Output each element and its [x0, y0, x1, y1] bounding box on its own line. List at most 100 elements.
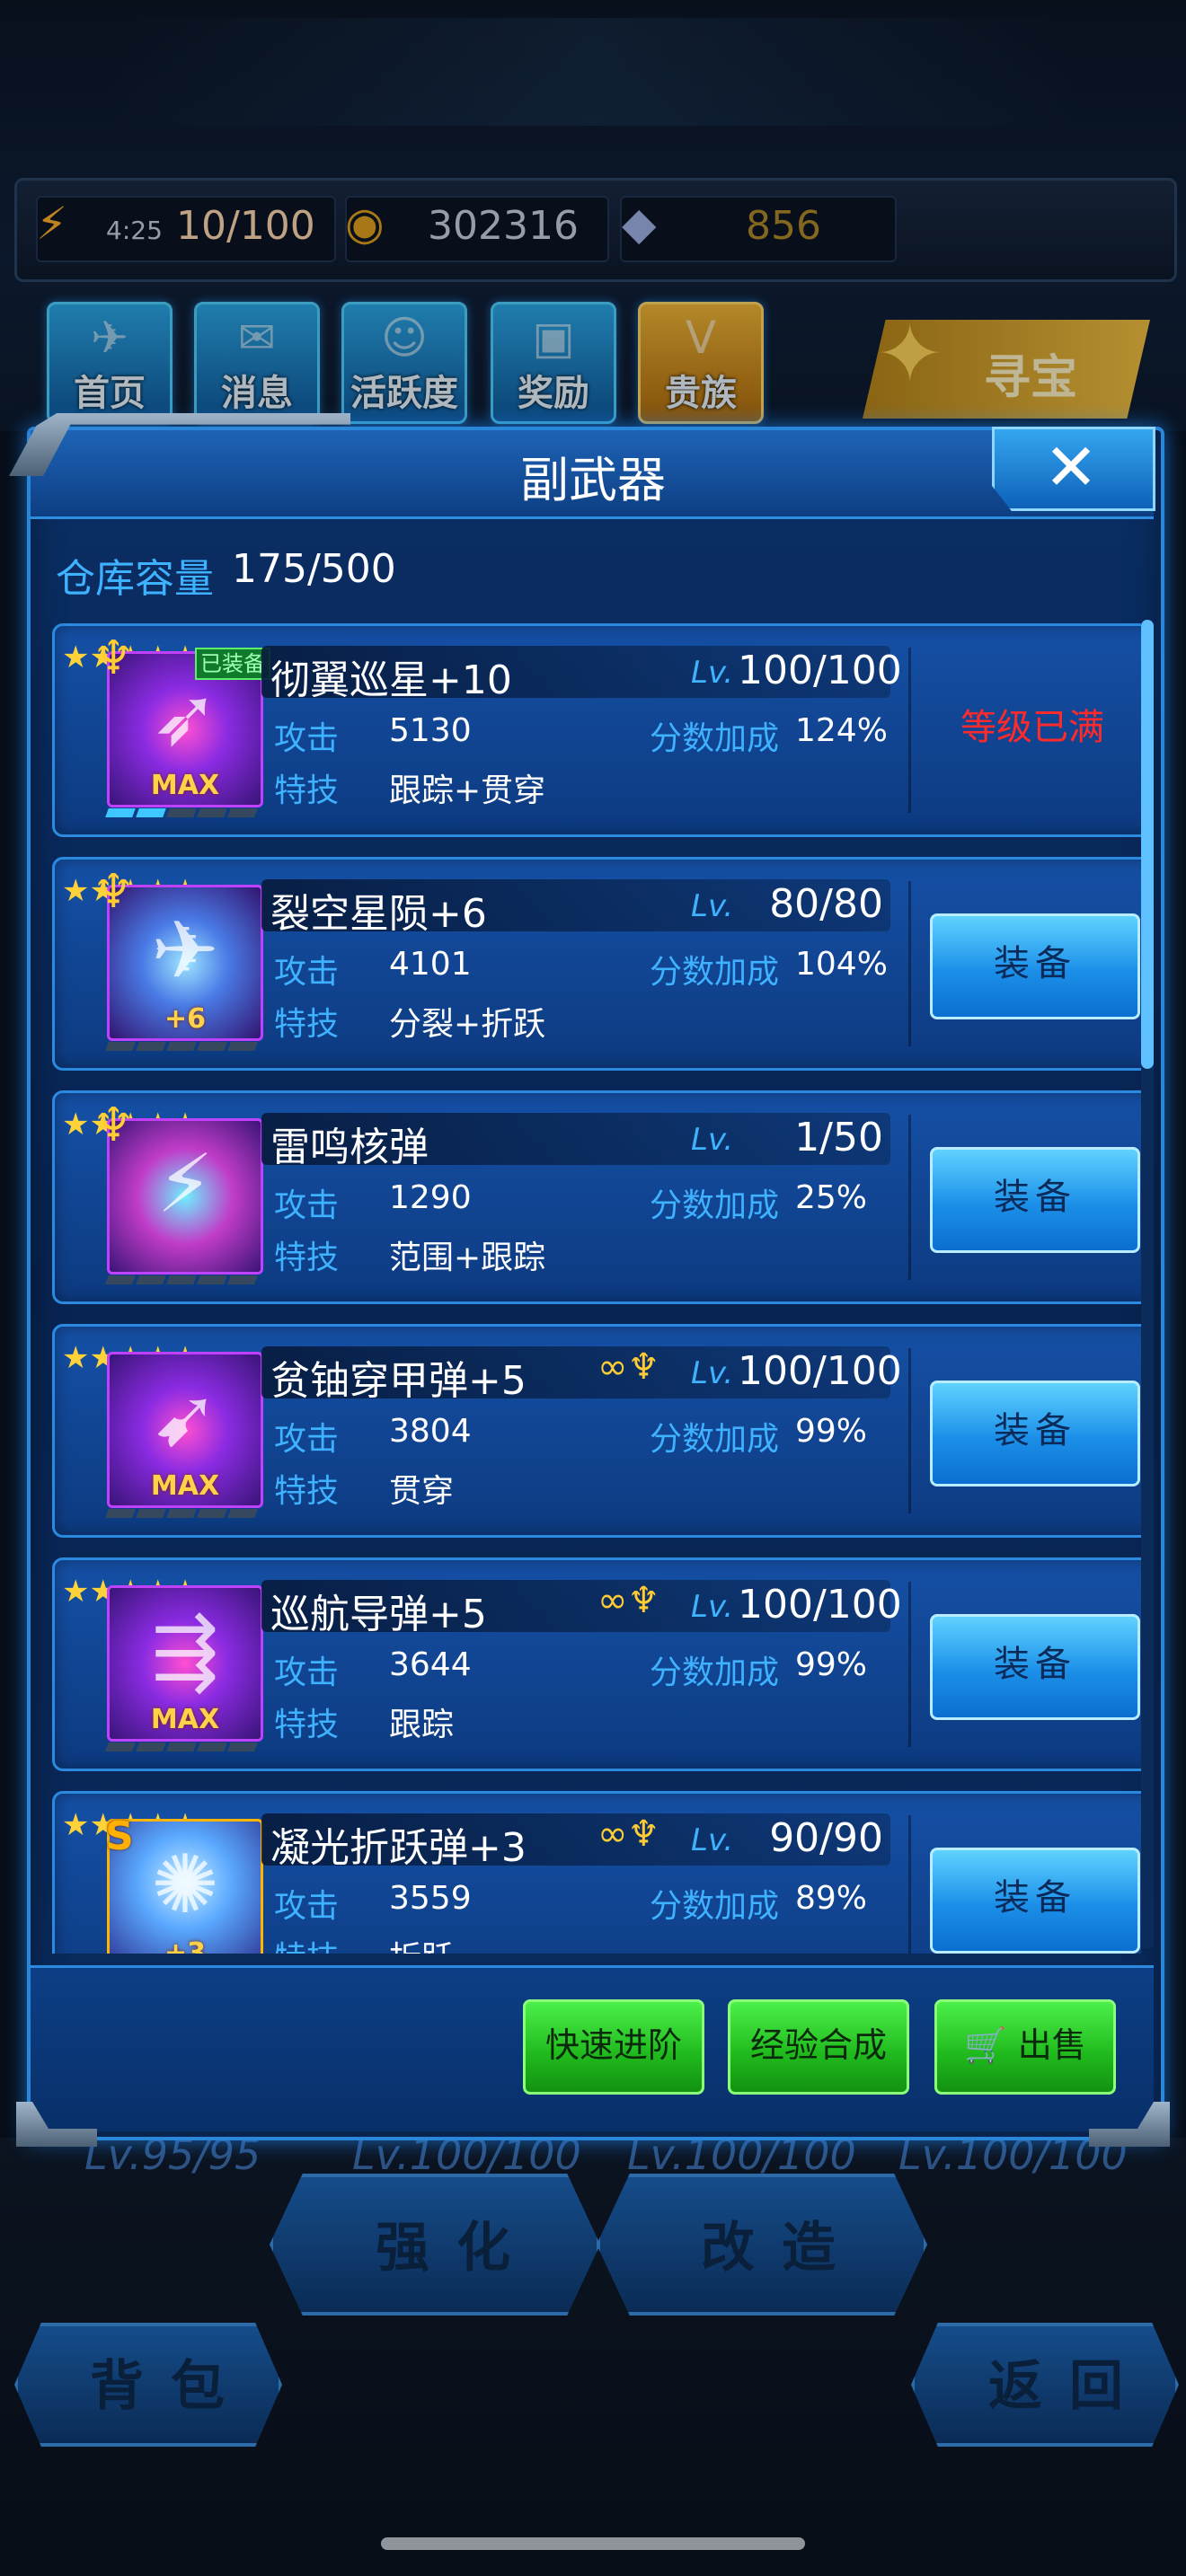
rank-wings-icon: ♆	[93, 631, 135, 685]
card-divider	[908, 1348, 911, 1513]
weapon-level: 100/100	[738, 1582, 902, 1628]
score-bonus-value: 25%	[795, 1179, 868, 1216]
equip-button[interactable]: 装备	[930, 1848, 1140, 1954]
skill-value: 分裂+折跃	[389, 1006, 546, 1043]
equip-button[interactable]: 装备	[930, 1147, 1140, 1253]
close-icon[interactable]: ✕	[992, 429, 1150, 505]
attack-label: 攻击	[274, 720, 340, 757]
skill-value: 范围+跟踪	[389, 1239, 546, 1276]
weapon-name: 彻翼巡星+10	[270, 657, 512, 703]
score-bonus-value: 104%	[795, 946, 888, 983]
skill-label: 特技	[274, 772, 340, 809]
star-rating-icon: ★★★★★	[62, 1575, 199, 1609]
score-bonus-label: 分数加成	[650, 954, 780, 991]
weapon-thumbnail[interactable]: ⇶ MAX	[107, 1585, 263, 1742]
attack-label: 攻击	[274, 954, 340, 991]
weapon-badge: +6	[164, 1003, 206, 1035]
star-rating-icon: ★★★★★	[62, 1107, 199, 1142]
attack-value: 3644	[389, 1646, 472, 1683]
weapon-level: 1/50	[794, 1115, 883, 1160]
attack-label: 攻击	[274, 1654, 340, 1691]
lv-label: Lv.	[691, 1355, 734, 1391]
sell-button[interactable]: 🛒 出售	[934, 1999, 1116, 2095]
attack-value: 3804	[389, 1413, 472, 1450]
lv-label: Lv.	[691, 1122, 734, 1158]
quick-advance-button[interactable]: 快速进阶	[523, 1999, 704, 2095]
skill-label: 特技	[274, 1932, 339, 1954]
score-bonus-value: 124%	[795, 712, 888, 749]
weapon-badge: MAX	[150, 1704, 220, 1735]
upgrade-slots	[105, 1504, 261, 1518]
weapon-list[interactable]: ★★★★★ ➶ MAX ♆ 已装备 彻翼巡星+10 Lv. 100/100 攻击…	[27, 620, 1141, 1954]
star-rating-icon: ★★★★★	[62, 874, 199, 908]
card-divider	[908, 1815, 911, 1954]
exp-merge-button[interactable]: 经验合成	[728, 1999, 909, 2095]
weapon-name: 巡航导弹+5	[270, 1592, 487, 1637]
skill-value: 贯穿	[389, 1473, 455, 1510]
rank-wings-icon: ♆	[93, 865, 135, 919]
attack-label: 攻击	[274, 1421, 340, 1458]
skill-label: 特技	[274, 1707, 340, 1743]
skill-label: 特技	[274, 1239, 340, 1276]
weapon-card[interactable]: ★★★★★ ✺ +3 S 凝光折跃弹+3 ∞♆ Lv. 90/90 攻击 355…	[52, 1791, 1141, 1954]
attack-value: 1290	[389, 1179, 472, 1216]
equip-button[interactable]: 装备	[930, 1614, 1140, 1720]
attack-label: 攻击	[274, 1187, 340, 1224]
star-rating-icon: ★★★★★	[62, 640, 199, 675]
weapon-level: 90/90	[769, 1815, 883, 1861]
weapon-thumbnail[interactable]: ➹ MAX	[107, 1352, 263, 1508]
s-rank-tag: S	[105, 1813, 134, 1859]
score-bonus-value: 89%	[795, 1880, 868, 1917]
star-rating-icon: ★★★★★	[62, 1341, 199, 1375]
weapon-name: 凝光折跃弹+3	[270, 1825, 527, 1871]
weapon-card[interactable]: ★★★★★ ⇶ MAX 巡航导弹+5 ∞♆ Lv. 100/100 攻击 364…	[52, 1557, 1141, 1771]
rank-wings-icon: ♆	[93, 1098, 135, 1152]
score-bonus-value: 99%	[795, 1413, 868, 1450]
attack-value: 5130	[389, 712, 472, 749]
weapon-card[interactable]: ★★★★★ ⚡ ♆ 雷鸣核弹 Lv. 1/50 攻击 1290 分数加成 25%…	[52, 1090, 1141, 1304]
score-bonus-label: 分数加成	[650, 1654, 780, 1691]
weapon-card[interactable]: ★★★★★ ✈ +6 ♆ 裂空星陨+6 Lv. 80/80 攻击 4101 分数…	[52, 857, 1141, 1071]
weapon-level: 100/100	[738, 1348, 902, 1394]
skill-label: 特技	[274, 1473, 340, 1510]
capacity-value: 175/500	[232, 546, 396, 592]
skill-value: 跟踪	[389, 1707, 455, 1743]
link-wings-icon: ∞♆	[597, 1346, 660, 1388]
upgrade-slots	[105, 1271, 261, 1284]
upgrade-slots	[105, 804, 261, 817]
lv-label: Lv.	[691, 1589, 734, 1625]
lv-label: Lv.	[691, 1822, 734, 1858]
equipped-tag: 已装备	[195, 648, 270, 680]
skill-value: 折跃	[389, 1932, 454, 1954]
card-divider	[908, 1115, 911, 1280]
equip-button[interactable]: 装备	[930, 1381, 1140, 1486]
card-divider	[908, 648, 911, 813]
score-bonus-label: 分数加成	[650, 1187, 780, 1224]
card-divider	[908, 881, 911, 1046]
link-wings-icon: ∞♆	[597, 1813, 660, 1855]
weapon-badge: MAX	[150, 770, 220, 801]
attack-value: 3559	[389, 1880, 472, 1917]
cart-icon: 🛒	[964, 2025, 1007, 2065]
score-bonus-label: 分数加成	[650, 1421, 780, 1458]
weapon-name: 裂空星陨+6	[270, 891, 487, 937]
weapon-badge: +3	[164, 1937, 206, 1954]
score-bonus-label: 分数加成	[650, 1888, 780, 1925]
score-bonus-value: 99%	[795, 1646, 868, 1683]
upgrade-slots	[105, 1037, 261, 1051]
link-wings-icon: ∞♆	[597, 1580, 660, 1621]
weapon-level: 80/80	[769, 881, 883, 927]
weapon-card[interactable]: ★★★★★ ➶ MAX ♆ 已装备 彻翼巡星+10 Lv. 100/100 攻击…	[52, 623, 1141, 837]
weapon-badge: MAX	[150, 1470, 220, 1502]
scrollbar-thumb[interactable]	[1141, 620, 1154, 1069]
skill-label: 特技	[274, 1006, 340, 1043]
weapon-name: 雷鸣核弹	[270, 1125, 429, 1170]
capacity-label: 仓库容量	[56, 556, 214, 602]
skill-value: 跟踪+贯穿	[389, 772, 546, 809]
equip-button[interactable]: 装备	[930, 913, 1140, 1019]
attack-label: 攻击	[274, 1888, 340, 1925]
weapon-card[interactable]: ★★★★★ ➹ MAX 贫铀穿甲弹+5 ∞♆ Lv. 100/100 攻击 38…	[52, 1324, 1141, 1538]
card-divider	[908, 1582, 911, 1747]
score-bonus-label: 分数加成	[650, 720, 780, 757]
attack-value: 4101	[389, 946, 472, 983]
